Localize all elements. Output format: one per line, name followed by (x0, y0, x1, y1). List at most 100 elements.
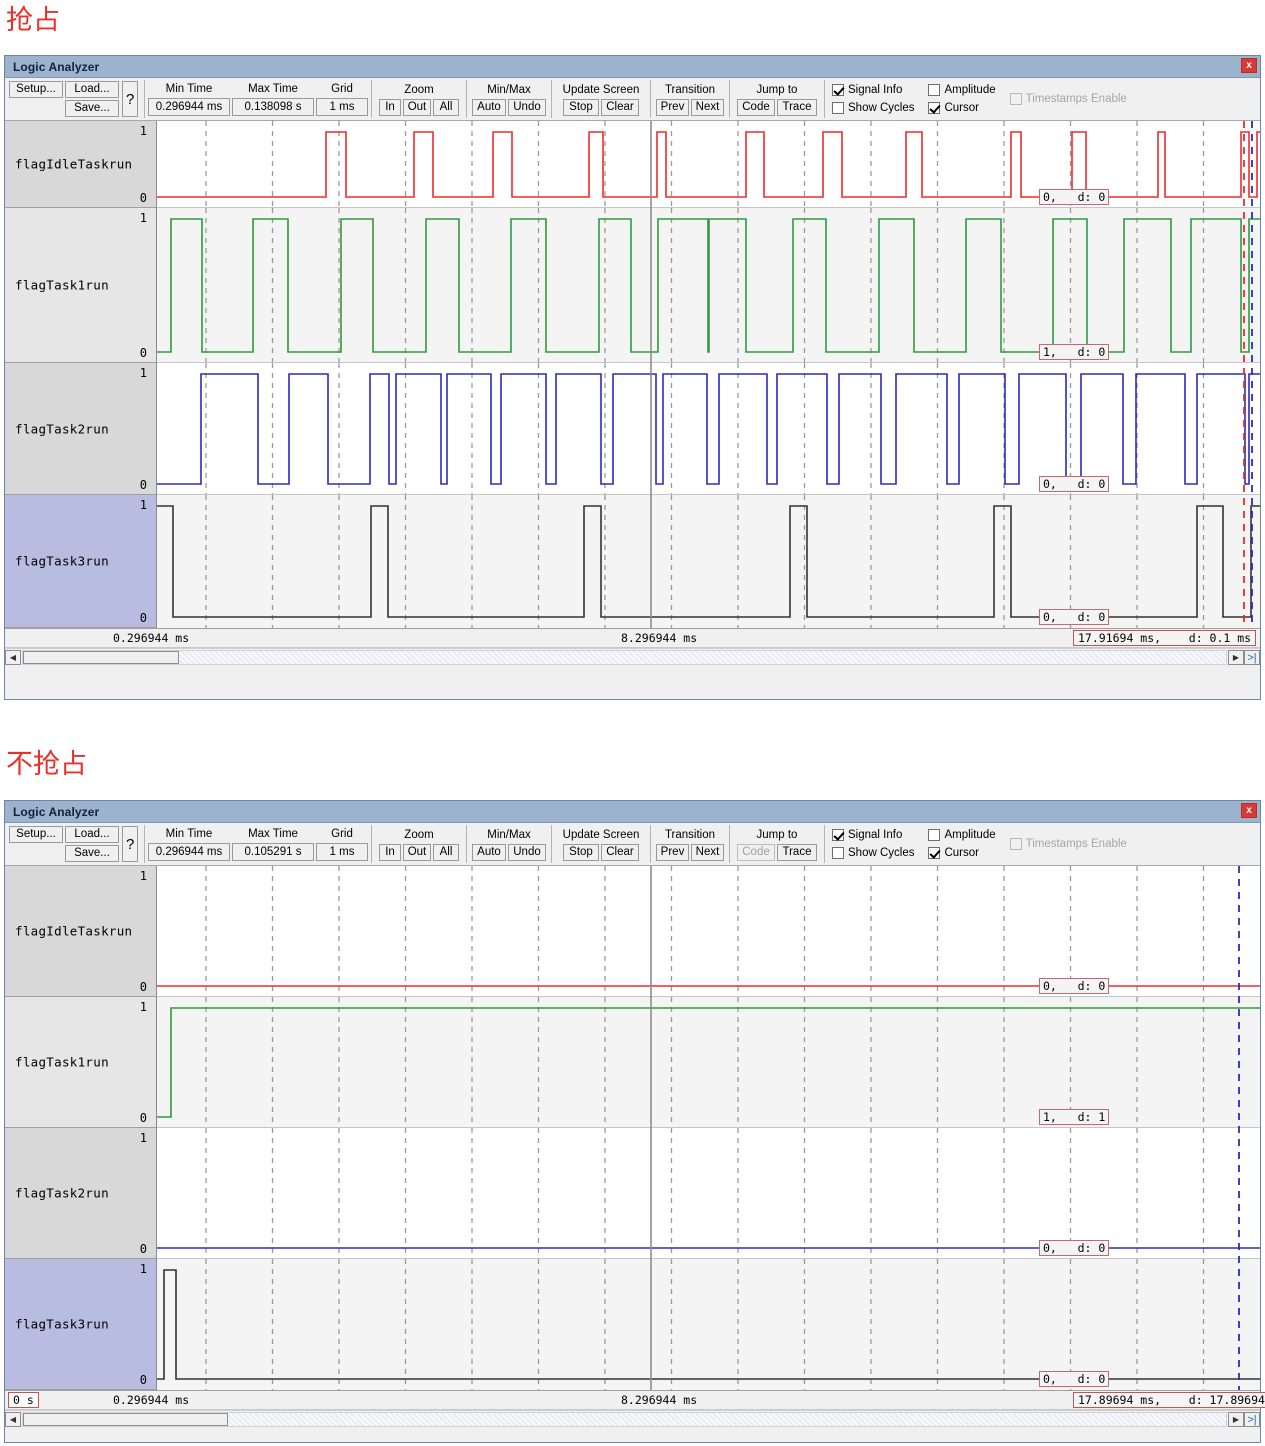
scroll-left-button[interactable]: ◀ (5, 650, 21, 665)
show-cycles-label: Show Cycles (848, 846, 915, 859)
scroll-end-button[interactable]: >| (1244, 650, 1260, 665)
signal-row-2[interactable]: 1 flagTask2run 0 (5, 363, 156, 495)
transition-prev-button[interactable]: Prev (656, 98, 689, 116)
zoom-label: Zoom (404, 83, 434, 96)
scroll-end-button[interactable]: >| (1244, 1412, 1260, 1427)
divider (824, 825, 825, 863)
scroll-track[interactable] (22, 1412, 1227, 1427)
minmax-auto-button[interactable]: Auto (472, 843, 506, 861)
transition-prev-button[interactable]: Prev (656, 843, 689, 861)
plot-region[interactable]: 0, d: 0 1, d: 0 0, d: 0 0, d: 0 (157, 121, 1260, 628)
scroll-thumb[interactable] (23, 1413, 228, 1426)
amplitude-checkbox[interactable]: Amplitude (928, 82, 996, 98)
checkbox-box[interactable] (928, 829, 941, 841)
scroll-thumb[interactable] (23, 651, 180, 664)
update-stop-button[interactable]: Stop (563, 843, 599, 861)
close-icon[interactable]: x (1241, 803, 1257, 818)
zoom-all-button[interactable]: All (433, 98, 459, 116)
checkbox-box[interactable] (832, 102, 844, 114)
save-button[interactable]: Save... (65, 100, 119, 117)
signal-name-label: flagTask3run (15, 553, 109, 569)
checkbox-box[interactable] (1009, 838, 1022, 850)
update-clear-button[interactable]: Clear (601, 843, 639, 861)
cursor-checkbox[interactable]: Cursor (928, 845, 995, 861)
signal-row-1[interactable]: 1 flagTask1run 0 (5, 208, 156, 363)
transition-next-button[interactable]: Next (691, 98, 724, 116)
plot-region[interactable]: 0, d: 0 1, d: 1 0, d: 0 0, d: 0 (157, 866, 1260, 1390)
checkbox-box[interactable] (832, 84, 844, 96)
show-cycles-checkbox[interactable]: Show Cycles (832, 100, 914, 116)
signal-info-label: Signal Info (848, 83, 903, 96)
checkbox-box[interactable] (832, 829, 844, 841)
checkbox-box[interactable] (928, 847, 941, 859)
timestamps-enable-checkbox: Timestamps Enable (1009, 91, 1127, 107)
scroll-track[interactable] (22, 650, 1227, 665)
update-clear-button[interactable]: Clear (601, 98, 639, 116)
min-time-label: Min Time (165, 83, 213, 95)
checkbox-box[interactable] (928, 102, 941, 114)
show-cycles-checkbox[interactable]: Show Cycles (832, 845, 914, 861)
waveform-path (157, 1269, 1260, 1380)
transition-label: Transition (664, 828, 716, 841)
signal-row-2[interactable]: 1 flagTask2run 0 (5, 1128, 156, 1259)
signal-low-label: 0 (139, 1242, 147, 1256)
setup-button[interactable]: Setup... (9, 81, 63, 98)
max-time-field[interactable]: 0.105291 s (232, 843, 314, 861)
signal-row-0[interactable]: 1 flagIdleTaskrun 0 (5, 121, 156, 208)
help-button[interactable]: ? (122, 81, 138, 117)
minmax-auto-button[interactable]: Auto (472, 98, 506, 116)
zoom-out-button[interactable]: Out (403, 98, 431, 116)
signal-low-label: 0 (139, 346, 147, 360)
scroll-right-button[interactable]: ▶ (1228, 650, 1244, 665)
signal-row-0[interactable]: 1 flagIdleTaskrun 0 (5, 866, 156, 997)
signal-info-checkbox[interactable]: Signal Info (832, 827, 914, 843)
minmax-undo-button[interactable]: Undo (508, 843, 546, 861)
axis-left-time: 0.296944 ms (113, 1393, 190, 1407)
load-button[interactable]: Load... (65, 826, 119, 843)
signal-low-label: 0 (139, 191, 147, 205)
jump-to-code-button[interactable]: Code (737, 98, 775, 116)
cursor-checkbox[interactable]: Cursor (928, 100, 995, 116)
zoom-all-button[interactable]: All (433, 843, 459, 861)
signal-name-label: flagIdleTaskrun (15, 156, 133, 172)
update-stop-button[interactable]: Stop (563, 98, 599, 116)
max-time-field[interactable]: 0.138098 s (232, 98, 314, 116)
signal-info-checkbox[interactable]: Signal Info (832, 82, 914, 98)
min-time-field[interactable]: 0.296944 ms (148, 98, 230, 116)
scroll-left-button[interactable]: ◀ (5, 1412, 21, 1427)
zero-time-box[interactable]: 0 s (8, 1392, 39, 1408)
signal-low-label: 0 (139, 611, 147, 625)
signal-row-3[interactable]: 1 flagTask3run 0 (5, 495, 156, 628)
waveform-path (157, 505, 1260, 618)
checkbox-box[interactable] (1009, 93, 1022, 105)
signal-row-1[interactable]: 1 flagTask1run 0 (5, 997, 156, 1128)
close-icon[interactable]: x (1241, 58, 1257, 73)
checkbox-box[interactable] (832, 847, 844, 859)
min-time-field[interactable]: 0.296944 ms (148, 843, 230, 861)
zoom-in-button[interactable]: In (379, 98, 401, 116)
scroll-right-button[interactable]: ▶ (1228, 1412, 1244, 1427)
signal-name-column: 1 flagIdleTaskrun 0 1 flagTask1run 0 1 f… (5, 866, 157, 1390)
amplitude-checkbox[interactable]: Amplitude (928, 827, 996, 843)
setup-button[interactable]: Setup... (9, 826, 63, 843)
horizontal-scrollbar[interactable]: ◀ ▶ >| (5, 1410, 1260, 1428)
grid-field[interactable]: 1 ms (316, 98, 368, 116)
divider (729, 80, 730, 118)
load-button[interactable]: Load... (65, 81, 119, 98)
help-button[interactable]: ? (122, 826, 138, 862)
waveform-path (157, 1007, 1260, 1118)
grid-field[interactable]: 1 ms (316, 843, 368, 861)
signal-row-3[interactable]: 1 flagTask3run 0 (5, 1259, 156, 1390)
signal-low-label: 0 (139, 1111, 147, 1125)
save-button[interactable]: Save... (65, 845, 119, 862)
checkbox-box[interactable] (928, 84, 941, 96)
horizontal-scrollbar[interactable]: ◀ ▶ >| (5, 648, 1260, 666)
zoom-out-button[interactable]: Out (403, 843, 431, 861)
signal-name-label: flagIdleTaskrun (15, 923, 133, 939)
jump-to-trace-button[interactable]: Trace (777, 843, 817, 861)
zoom-in-button[interactable]: In (379, 843, 401, 861)
jump-to-trace-button[interactable]: Trace (777, 98, 817, 116)
minmax-undo-button[interactable]: Undo (508, 98, 546, 116)
divider (144, 80, 145, 118)
transition-next-button[interactable]: Next (691, 843, 724, 861)
